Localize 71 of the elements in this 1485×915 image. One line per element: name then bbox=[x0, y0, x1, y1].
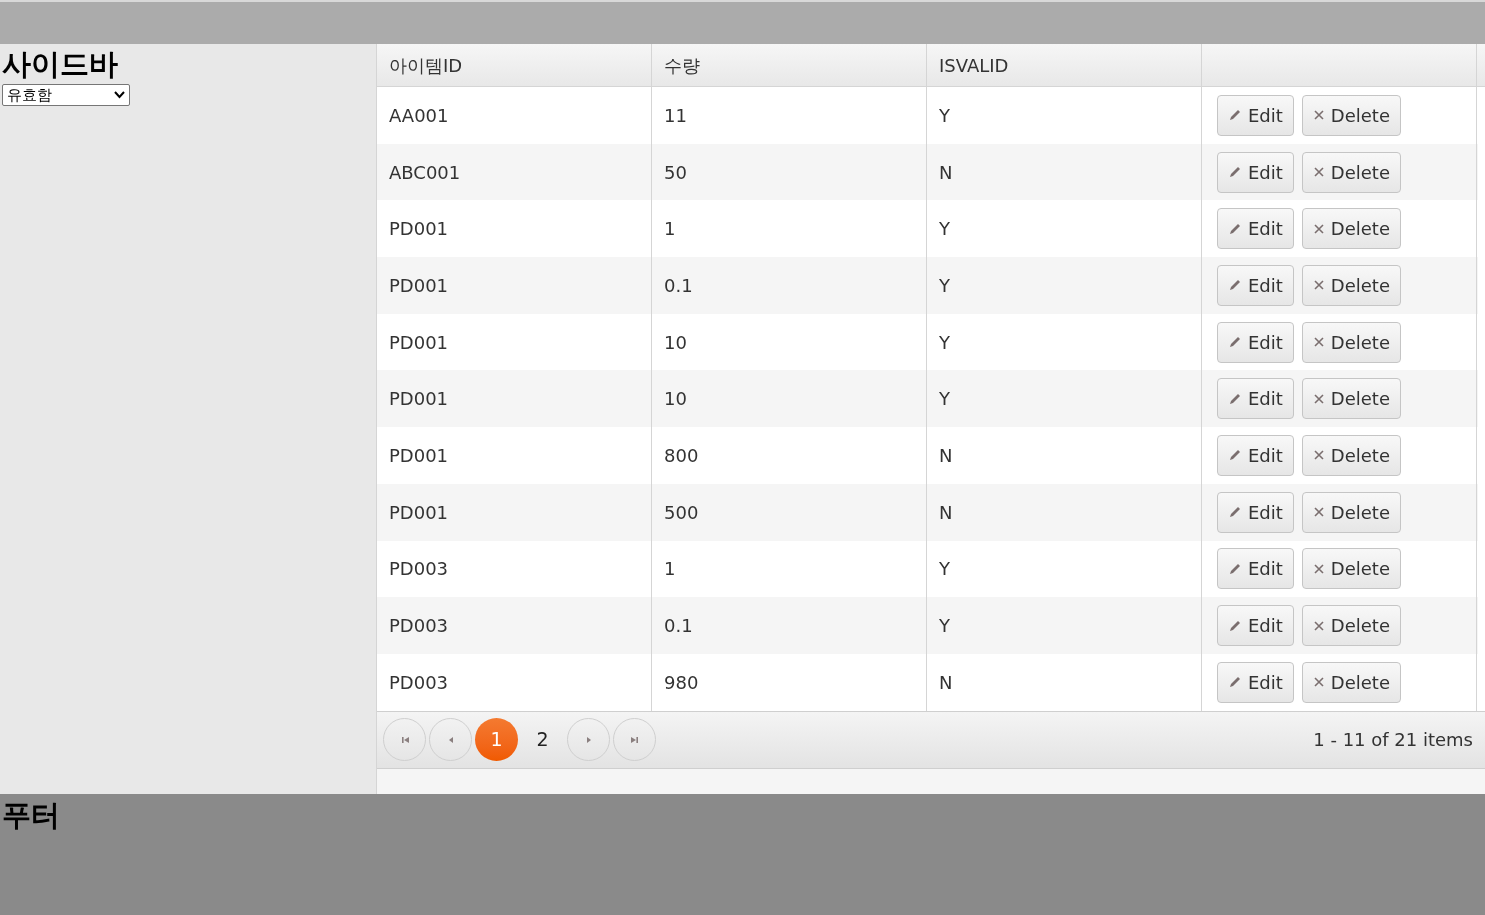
table-cell: 11 bbox=[652, 87, 927, 144]
pencil-icon bbox=[1228, 108, 1242, 123]
edit-button[interactable]: Edit bbox=[1217, 491, 1294, 533]
table-cell: N bbox=[927, 653, 1202, 711]
pencil-icon bbox=[1228, 221, 1242, 236]
edit-button[interactable]: Edit bbox=[1217, 264, 1294, 306]
close-icon bbox=[1312, 562, 1325, 575]
close-icon bbox=[1312, 279, 1325, 292]
delete-button[interactable]: Delete bbox=[1301, 208, 1401, 250]
edit-button[interactable]: Edit bbox=[1217, 661, 1294, 703]
delete-button[interactable]: Delete bbox=[1301, 491, 1401, 533]
pencil-icon bbox=[1228, 448, 1242, 463]
delete-button[interactable]: Delete bbox=[1301, 264, 1401, 306]
close-icon bbox=[1312, 336, 1325, 349]
pencil-icon bbox=[1228, 391, 1242, 406]
table-cell: PD003 bbox=[377, 653, 652, 711]
delete-button[interactable]: Delete bbox=[1301, 321, 1401, 363]
table-cell: Y bbox=[927, 597, 1202, 654]
close-icon bbox=[1312, 676, 1325, 689]
table-cell: 800 bbox=[652, 427, 927, 484]
pencil-icon bbox=[1228, 278, 1242, 293]
table-cell: Y bbox=[927, 87, 1202, 144]
close-icon bbox=[1312, 506, 1325, 519]
edit-button[interactable]: Edit bbox=[1217, 94, 1294, 136]
table-cell: 980 bbox=[652, 653, 927, 711]
footer-title: 푸터 bbox=[1, 797, 60, 834]
pencil-icon bbox=[1228, 618, 1242, 633]
edit-button[interactable]: Edit bbox=[1217, 378, 1294, 420]
edit-button[interactable]: Edit bbox=[1217, 434, 1294, 476]
close-icon bbox=[1312, 392, 1325, 405]
table-cell: Y bbox=[927, 257, 1202, 314]
column-header[interactable]: ISVALID bbox=[927, 44, 1202, 86]
delete-button[interactable]: Delete bbox=[1301, 434, 1401, 476]
edit-button[interactable]: Edit bbox=[1217, 151, 1294, 193]
table-cell: PD001 bbox=[377, 257, 652, 314]
table-cell: 500 bbox=[652, 483, 927, 541]
edit-button[interactable]: Edit bbox=[1217, 605, 1294, 647]
filter-select[interactable]: 유효함 bbox=[2, 84, 130, 106]
delete-button[interactable]: Delete bbox=[1301, 661, 1401, 703]
edit-button[interactable]: Edit bbox=[1217, 208, 1294, 250]
table-cell: N bbox=[927, 427, 1202, 484]
chevron-down-icon bbox=[114, 91, 125, 99]
close-icon bbox=[1312, 449, 1325, 462]
pencil-icon bbox=[1228, 335, 1242, 350]
delete-button[interactable]: Delete bbox=[1301, 548, 1401, 590]
pencil-icon bbox=[1228, 675, 1242, 690]
page-button[interactable]: 2 bbox=[521, 718, 564, 762]
column-header[interactable]: 아이템ID bbox=[377, 44, 652, 86]
delete-button[interactable]: Delete bbox=[1301, 378, 1401, 420]
table-cell: AA001 bbox=[377, 87, 652, 144]
table-cell: 0.1 bbox=[652, 257, 927, 314]
delete-button[interactable]: Delete bbox=[1301, 94, 1401, 136]
pencil-icon bbox=[1228, 165, 1242, 180]
pencil-icon bbox=[1228, 561, 1242, 576]
close-icon bbox=[1312, 222, 1325, 235]
close-icon bbox=[1312, 109, 1325, 122]
delete-button[interactable]: Delete bbox=[1301, 605, 1401, 647]
edit-button[interactable]: Edit bbox=[1217, 548, 1294, 590]
pager-info: 1 - 11 of 21 items bbox=[1313, 728, 1474, 753]
pencil-icon bbox=[1228, 505, 1242, 520]
table-cell: PD001 bbox=[377, 427, 652, 484]
sidebar-title: 사이드바 bbox=[2, 46, 118, 83]
close-icon bbox=[1312, 166, 1325, 179]
edit-button[interactable]: Edit bbox=[1217, 321, 1294, 363]
table-cell: PD001 bbox=[377, 483, 652, 541]
table-cell: PD003 bbox=[377, 597, 652, 654]
delete-button[interactable]: Delete bbox=[1301, 151, 1401, 193]
table-cell: N bbox=[927, 483, 1202, 541]
column-header[interactable]: 수량 bbox=[652, 44, 927, 86]
table-cell: 0.1 bbox=[652, 597, 927, 654]
close-icon bbox=[1312, 619, 1325, 632]
